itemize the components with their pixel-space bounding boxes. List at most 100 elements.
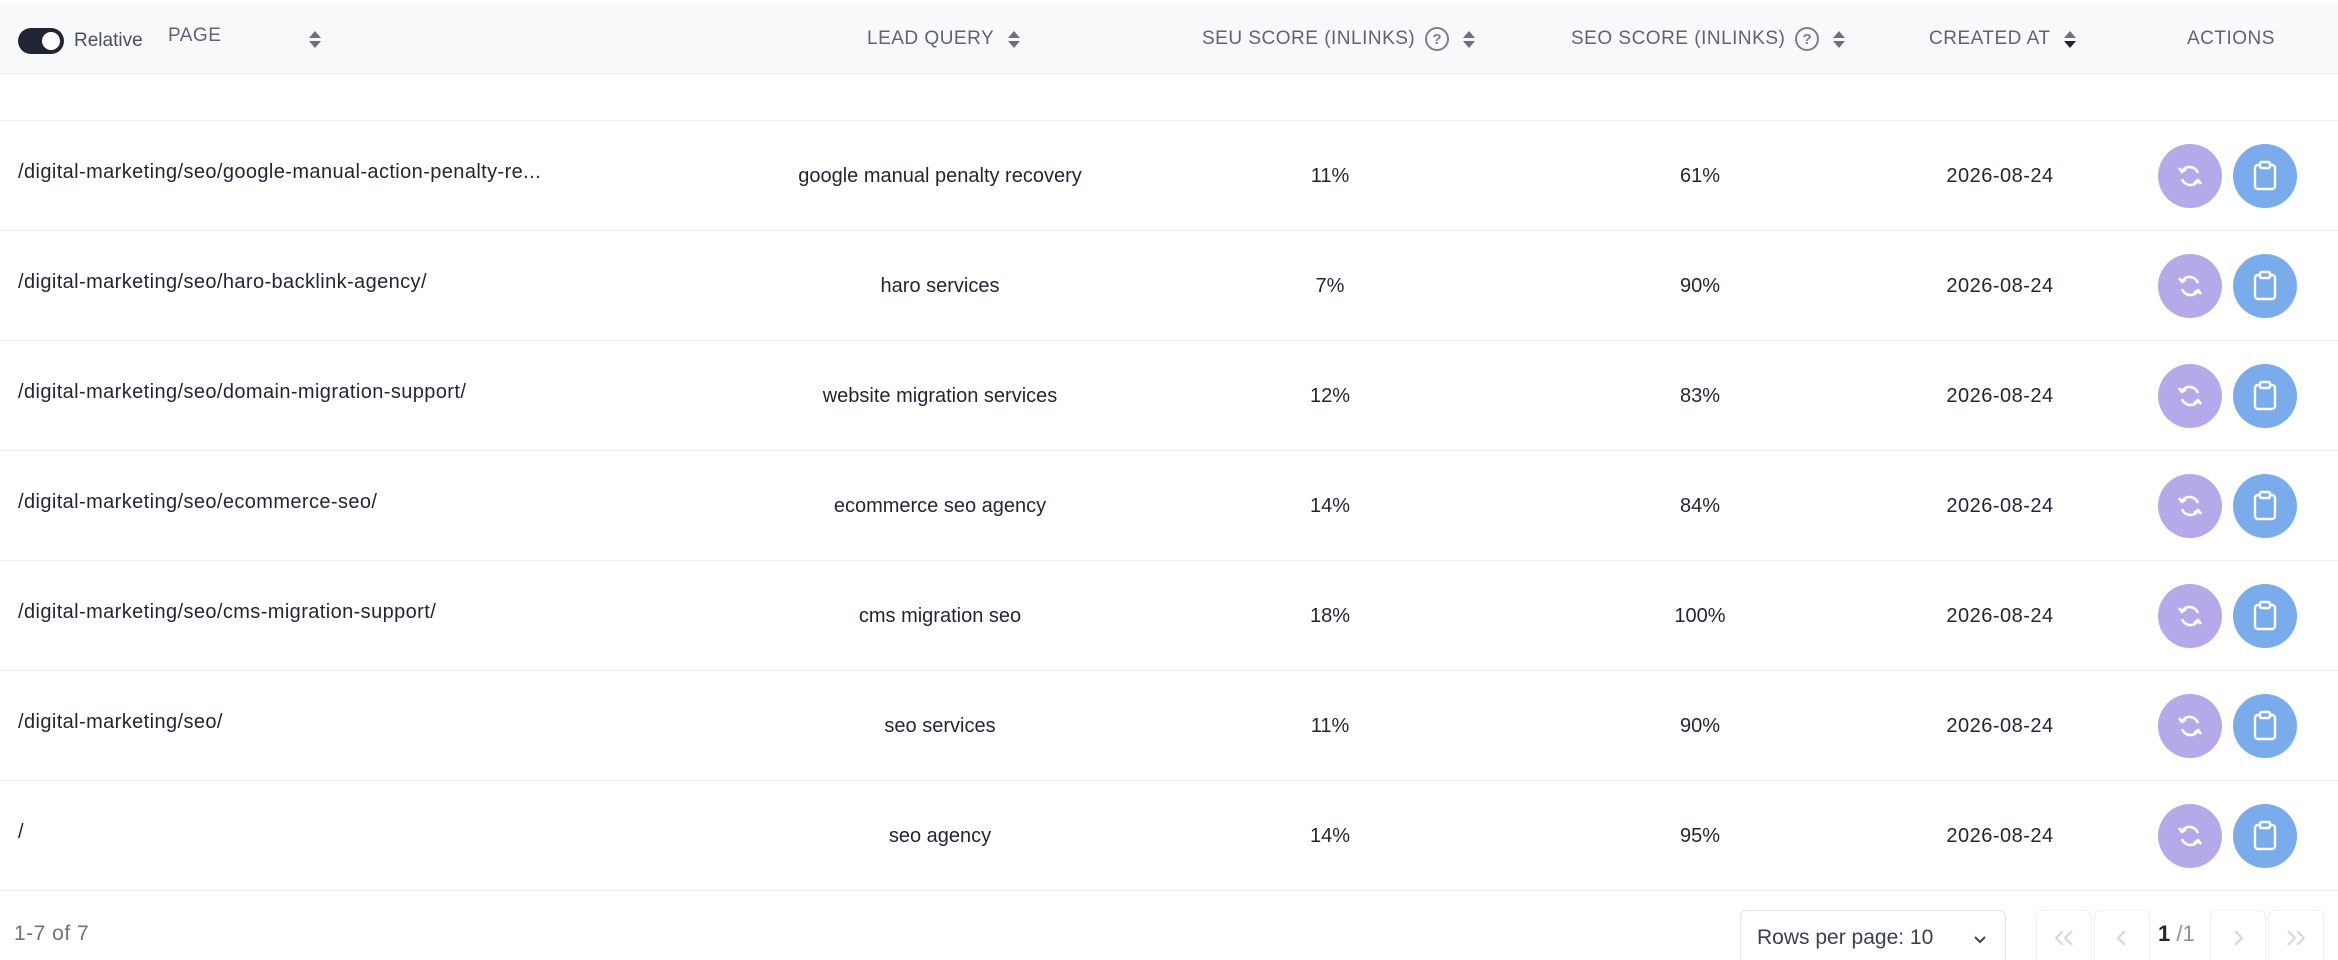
clipboard-button[interactable] — [2233, 584, 2297, 648]
sort-lead-query-icon[interactable] — [1008, 30, 1021, 48]
lead-query-cell: cms migration seo — [858, 604, 1022, 627]
previous-page-button[interactable] — [2094, 910, 2150, 960]
rows-per-page-select[interactable]: Rows per page: 10 — [1740, 910, 2006, 960]
table-row: /digital-marketing/seo/ecommerce-seo/eco… — [0, 450, 2338, 560]
created-at-cell: 2026-08-24 — [1946, 604, 2054, 627]
created-at-cell: 2026-08-24 — [1946, 714, 2054, 737]
page-cell[interactable]: /digital-marketing/seo/google-manual-act… — [18, 117, 588, 227]
clipboard-button[interactable] — [2233, 804, 2297, 868]
column-label-lead-query: LEAD QUERY — [867, 28, 995, 49]
column-header-actions: ACTIONS — [2187, 4, 2275, 74]
seo-score-cell: 84% — [1679, 494, 1721, 517]
page-cell[interactable]: /digital-marketing/seo/haro-backlink-age… — [18, 227, 588, 337]
page-indicator: 1 /1 — [2158, 921, 2195, 947]
relative-toggle[interactable] — [18, 28, 64, 54]
clipboard-icon — [2253, 160, 2277, 191]
table-row: /digital-marketing/seo/domain-migration-… — [0, 340, 2338, 450]
column-header-seu-score[interactable]: SEU SCORE (INLINKS) ? — [1202, 4, 1476, 74]
clipboard-button[interactable] — [2233, 364, 2297, 428]
seo-score-cell: 83% — [1679, 384, 1721, 407]
sort-seu-score-icon[interactable] — [1463, 30, 1476, 48]
clipboard-icon — [2253, 380, 2277, 411]
seo-score-cell: 61% — [1679, 164, 1721, 187]
refresh-button[interactable] — [2158, 584, 2222, 648]
created-at-cell: 2026-08-24 — [1946, 164, 2054, 187]
page-cell[interactable]: / — [18, 777, 588, 887]
column-header-lead-query[interactable]: LEAD QUERY — [867, 4, 1021, 74]
pagination-count: 1-7 of 7 — [14, 922, 90, 945]
page-cell[interactable]: /digital-marketing/seo/cms-migration-sup… — [18, 557, 588, 667]
table-bottom-border — [0, 890, 2338, 891]
lead-query-cell: seo services — [884, 714, 996, 737]
sort-seo-score-icon[interactable] — [1833, 30, 1846, 48]
clipboard-icon — [2253, 710, 2277, 741]
refresh-icon — [2177, 825, 2203, 847]
toggle-knob — [42, 32, 60, 50]
lead-query-cell: google manual penalty recovery — [798, 164, 1082, 187]
table-row: /digital-marketing/seo/haro-backlink-age… — [0, 230, 2338, 340]
seo-score-cell: 90% — [1679, 274, 1721, 297]
table-row: /digital-marketing/seo/seo services 11% 90… — [0, 670, 2338, 780]
refresh-icon — [2177, 605, 2203, 627]
table-row: /digital-marketing/seo/google-manual-act… — [0, 120, 2338, 230]
refresh-button[interactable] — [2158, 144, 2222, 208]
refresh-icon — [2177, 165, 2203, 187]
column-header-created-at[interactable]: CREATED AT — [1929, 4, 2077, 74]
clipboard-button[interactable] — [2233, 254, 2297, 318]
page-cell[interactable]: /digital-marketing/seo/ecommerce-seo/ — [18, 447, 588, 557]
current-page: 1 — [2158, 921, 2171, 946]
table-header: Relative PAGE LEAD QUERY SEU SCORE (INLI… — [0, 4, 2338, 74]
rows-per-page-label: Rows per page: 10 — [1757, 926, 1934, 949]
lead-query-cell: seo agency — [888, 824, 992, 847]
lead-query-cell: ecommerce seo agency — [833, 494, 1047, 517]
refresh-button[interactable] — [2158, 804, 2222, 868]
lead-query-cell: website migration services — [822, 384, 1058, 407]
seo-score-cell: 90% — [1679, 714, 1721, 737]
sort-page-icon[interactable] — [309, 30, 322, 48]
created-at-cell: 2026-08-24 — [1946, 494, 2054, 517]
page-cell[interactable]: /digital-marketing/seo/domain-migration-… — [18, 337, 588, 447]
clipboard-button[interactable] — [2233, 694, 2297, 758]
refresh-button[interactable] — [2158, 694, 2222, 758]
seu-score-cell: 11% — [1310, 714, 1350, 737]
seu-score-cell: 14% — [1309, 494, 1351, 517]
column-label-created-at: CREATED AT — [1929, 28, 2051, 49]
last-page-button[interactable] — [2268, 910, 2324, 960]
created-at-cell: 2026-08-24 — [1946, 384, 2054, 407]
refresh-button[interactable] — [2158, 254, 2222, 318]
double-chevron-right-icon — [2287, 930, 2306, 946]
seu-score-cell: 14% — [1309, 824, 1351, 847]
sort-created-at-icon[interactable] — [2064, 30, 2077, 48]
total-pages: /1 — [2176, 921, 2195, 946]
column-label-actions: ACTIONS — [2187, 28, 2275, 49]
table-row: /digital-marketing/seo/cms-migration-sup… — [0, 560, 2338, 670]
column-label-page: PAGE — [168, 25, 222, 46]
column-header-page[interactable]: PAGE — [168, 4, 322, 74]
clipboard-button[interactable] — [2233, 144, 2297, 208]
seu-score-cell: 7% — [1315, 274, 1345, 297]
seu-help-icon[interactable]: ? — [1425, 27, 1450, 51]
seu-score-cell: 18% — [1309, 604, 1351, 627]
seo-score-cell: 100% — [1674, 604, 1726, 627]
created-at-cell: 2026-08-24 — [1946, 274, 2054, 297]
next-page-button[interactable] — [2210, 910, 2266, 960]
column-header-seo-score[interactable]: SEO SCORE (INLINKS) ? — [1571, 4, 1846, 74]
refresh-icon — [2177, 715, 2203, 737]
clipboard-button[interactable] — [2233, 474, 2297, 538]
clipboard-icon — [2253, 270, 2277, 301]
lead-query-cell: haro services — [880, 274, 1000, 297]
seu-score-cell: 11% — [1310, 164, 1350, 187]
chevron-left-icon — [2116, 930, 2126, 946]
refresh-button[interactable] — [2158, 364, 2222, 428]
created-at-cell: 2026-08-24 — [1946, 824, 2054, 847]
page-cell[interactable]: /digital-marketing/seo/ — [18, 667, 588, 777]
clipboard-icon — [2253, 600, 2277, 631]
seo-help-icon[interactable]: ? — [1795, 27, 1820, 51]
table-row: / seo agency 14% 95% 2026-08-24 — [0, 780, 2338, 890]
seo-score-cell: 95% — [1679, 824, 1721, 847]
first-page-button[interactable] — [2036, 910, 2092, 960]
chevron-right-icon — [2234, 930, 2244, 946]
refresh-icon — [2177, 385, 2203, 407]
seu-score-cell: 12% — [1309, 384, 1351, 407]
refresh-button[interactable] — [2158, 474, 2222, 538]
